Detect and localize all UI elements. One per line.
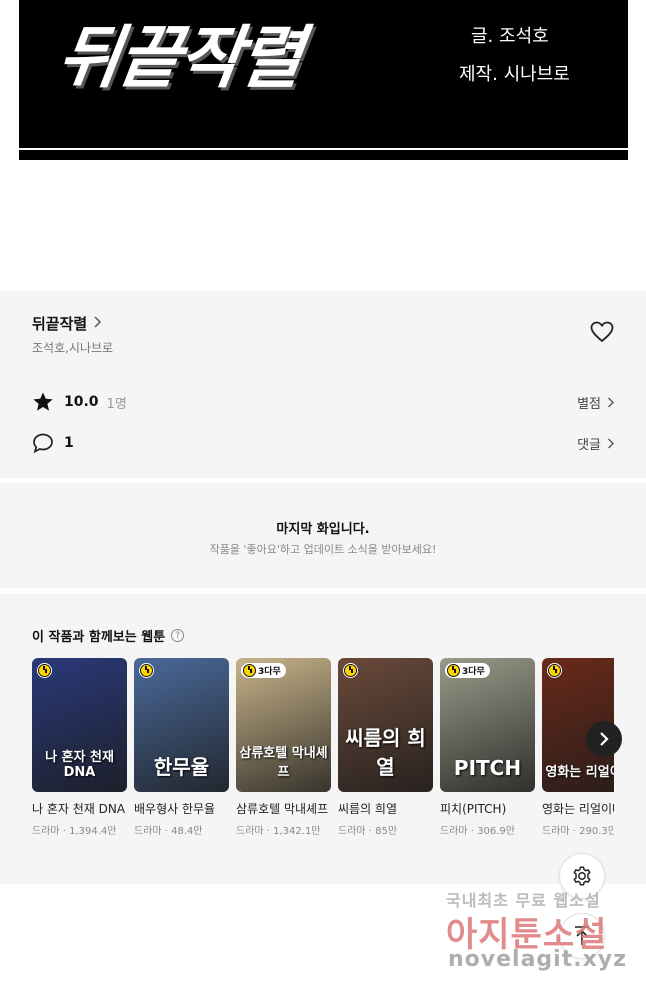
comment-count: 1	[64, 435, 74, 451]
recommendation-meta: 드라마 · 290.3만	[542, 826, 614, 837]
recommendation-thumbnail: 한무율	[134, 658, 229, 792]
star-icon	[32, 391, 54, 413]
recommendation-card[interactable]: 3다무 PITCH 피치(PITCH) 드라마 · 306.9만	[440, 658, 535, 837]
badge-label: 3다무	[258, 667, 281, 677]
work-title: 뒤끝작렬	[32, 315, 88, 333]
notice-subtitle: 작품을 '좋아요'하고 업데이트 소식을 받아보세요!	[209, 543, 437, 556]
wait-free-badge	[37, 663, 52, 678]
recommendation-card[interactable]: 3다무 삼류호텔 막내셰프 삼류호텔 막내셰프 드라마 · 1,342.1만	[236, 658, 331, 837]
episode-title-art: 뒤끝작렬	[52, 19, 306, 98]
recommendation-meta: 드라마 · 48.4만	[134, 826, 203, 837]
recommendation-title: 삼류호텔 막내셰프	[236, 802, 329, 816]
wait-free-badge: 3다무	[241, 663, 286, 678]
chevron-right-icon	[608, 397, 614, 407]
recommendation-title: 배우형사 한무율	[134, 802, 216, 816]
wait-free-badge: 3다무	[445, 663, 490, 678]
rating-row: 10.0 1명 별점	[32, 391, 614, 413]
recommendation-card[interactable]: 한무율배우형사 한무율드라마 · 48.4만	[134, 658, 229, 837]
image-divider	[19, 148, 628, 150]
recommendation-meta: 드라마 · 1,394.4만	[32, 826, 117, 837]
recommendation-thumbnail: 씨름의 희열	[338, 658, 433, 792]
thumbnail-title-art: 한무율	[153, 755, 210, 779]
thumbnail-title-art: 씨름의 희열	[345, 726, 426, 779]
notice-title: 마지막 화입니다.	[276, 522, 370, 537]
recommendation-thumbnail: 3다무 PITCH	[440, 658, 535, 792]
recommendation-meta: 드라마 · 85만	[338, 826, 398, 837]
credit-writer: 글. 조석호	[471, 26, 549, 47]
clock-icon	[548, 664, 561, 677]
work-authors: 조석호,시나브로	[32, 341, 114, 355]
recommendation-thumbnail: 나 혼자 천재 DNA	[32, 658, 127, 792]
comment-icon	[32, 432, 54, 454]
chevron-right-icon	[608, 438, 614, 448]
like-heart-icon[interactable]	[590, 321, 614, 343]
comment-row: 1 댓글	[32, 432, 614, 454]
comment-link-label: 댓글	[577, 437, 601, 453]
wait-free-badge	[139, 663, 154, 678]
thumbnail-title-art: PITCH	[453, 756, 522, 780]
rating-link-label: 별점	[577, 396, 601, 412]
clock-icon	[447, 664, 460, 677]
watermark: 국내최초 무료 웹소설 아지툰소설 novelagit.xyz	[440, 885, 646, 995]
comment-link[interactable]: 댓글	[577, 434, 614, 453]
rating-count: 1명	[106, 396, 127, 412]
help-icon[interactable]: ?	[171, 629, 185, 642]
recommendation-carousel: 나 혼자 천재 DNA 나 혼자 천재 DNA 드라마 · 1,394.4만 한무율배…	[32, 658, 614, 878]
recommendation-title: 나 혼자 천재 DNA	[32, 802, 126, 816]
clock-icon	[140, 664, 153, 677]
recommendation-meta: 드라마 · 306.9만	[440, 826, 515, 837]
carousel-next-button[interactable]	[586, 721, 622, 757]
thumbnail-title-art: 삼류호텔 막내셰프	[239, 746, 328, 780]
chevron-right-icon	[93, 315, 102, 332]
work-title-link[interactable]: 뒤끝작렬	[32, 313, 102, 334]
wait-free-badge	[343, 663, 358, 678]
chevron-right-icon	[600, 732, 609, 746]
recommendations-heading: 이 작품과 함께보는 웹툰	[32, 630, 166, 645]
recommendation-meta: 드라마 · 1,342.1만	[236, 826, 321, 837]
last-episode-notice: 마지막 화입니다. 작품을 '좋아요'하고 업데이트 소식을 받아보세요!	[0, 483, 646, 588]
thumbnail-title-art: 영화는 리얼이다	[545, 765, 614, 780]
watermark-line3: novelagit.xyz	[448, 947, 627, 972]
gear-icon	[573, 866, 591, 886]
wait-free-badge	[547, 663, 562, 678]
credit-production: 제작. 시나브로	[459, 64, 570, 85]
recommendation-title: 피치(PITCH)	[440, 802, 507, 816]
clock-icon	[38, 664, 51, 677]
clock-icon	[344, 664, 357, 677]
rating-value: 10.0	[64, 394, 99, 410]
recommendation-thumbnail: 3다무삼류호텔 막내셰프	[236, 658, 331, 792]
badge-label: 3다무	[462, 667, 485, 677]
recommendations-header: 이 작품과 함께보는 웹툰 ?	[32, 626, 185, 645]
recommendations-section: 이 작품과 함께보는 웹툰 ? 나 혼자 천재 DNA 나 혼자 천재 DNA 드라…	[0, 594, 646, 884]
episode-end-image: 뒤끝작렬 글. 조석호 제작. 시나브로	[19, 0, 628, 160]
recommendation-title: 씨름의 희열	[338, 802, 398, 816]
recommendation-card[interactable]: 씨름의 희열 씨름의 희열 드라마 · 85만	[338, 658, 433, 837]
clock-icon	[243, 664, 256, 677]
recommendation-card[interactable]: 나 혼자 천재 DNA 나 혼자 천재 DNA 드라마 · 1,394.4만	[32, 658, 127, 837]
rating-link[interactable]: 별점	[577, 393, 614, 412]
work-info-panel: 뒤끝작렬 조석호,시나브로 10.0 1명 별점 1 댓글	[0, 291, 646, 478]
thumbnail-title-art: 나 혼자 천재 DNA	[45, 750, 114, 780]
recommendation-title: 영화는 리얼이다	[542, 802, 614, 816]
